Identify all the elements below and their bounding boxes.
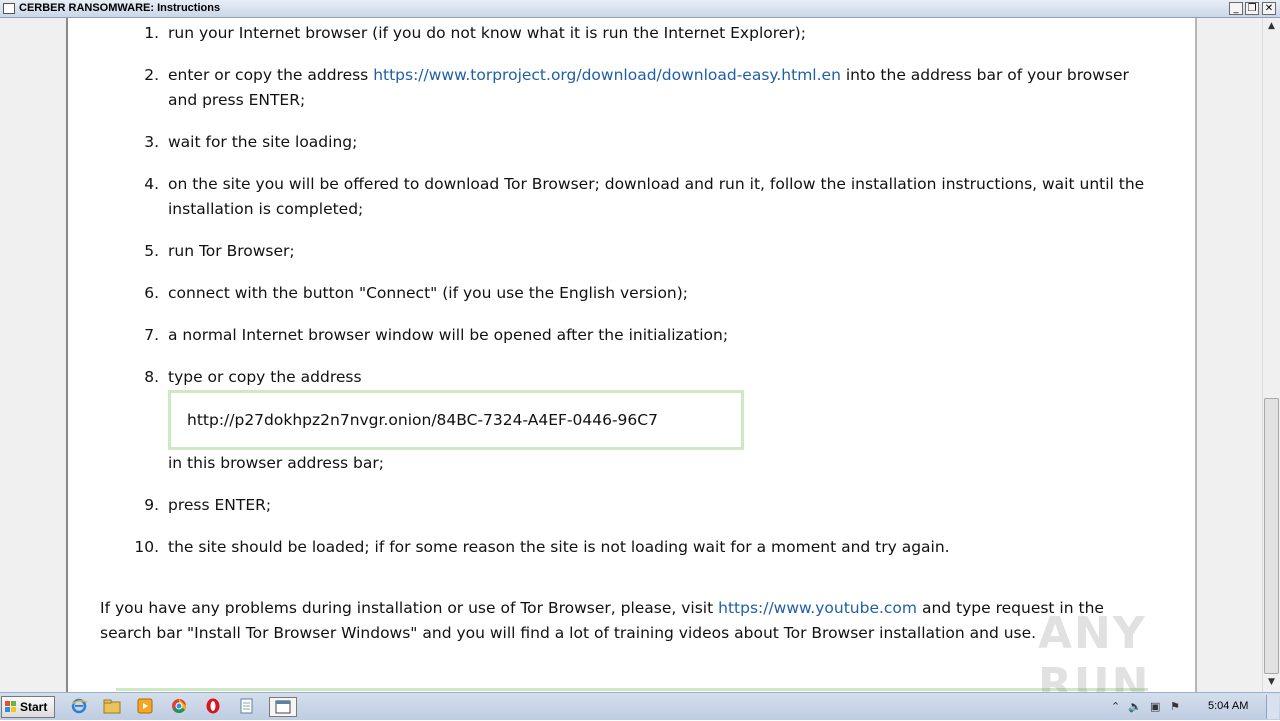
torproject-link[interactable]: https://www.torproject.org/download/down… [373, 66, 841, 84]
step-number: 1. [144, 24, 159, 42]
step-number: 7. [144, 326, 159, 344]
step-number: 3. [144, 133, 159, 151]
chrome-icon[interactable] [169, 697, 191, 717]
step-text: run your Internet browser (if you do not… [168, 24, 806, 42]
youtube-link[interactable]: https://www.youtube.com [718, 599, 917, 617]
network-icon[interactable]: ▣ [1150, 700, 1160, 713]
minimize-button[interactable]: _ [1229, 2, 1243, 15]
show-desktop-button[interactable] [1266, 695, 1279, 719]
start-button[interactable]: Start [1, 696, 55, 718]
media-player-icon[interactable] [135, 697, 157, 717]
action-center-flag-icon[interactable]: ⚑ [1170, 700, 1180, 713]
step-text: enter or copy the address https://www.to… [168, 63, 1153, 113]
taskbar-clock[interactable]: 5:04 AM [1208, 700, 1248, 712]
content-viewport: 1. run your Internet browser (if you do … [0, 18, 1262, 692]
step-text: wait for the site loading; [168, 133, 358, 151]
window-title: CERBER RANSOMWARE: Instructions [19, 2, 221, 14]
title-bar: CERBER RANSOMWARE: Instructions _ ❐ ✕ [0, 0, 1280, 18]
internet-explorer-icon[interactable] [69, 697, 91, 717]
step-text: a normal Internet browser window will be… [168, 326, 729, 344]
anyrun-watermark: ANY RUN [1038, 608, 1151, 692]
step-number: 4. [144, 175, 159, 193]
close-button[interactable]: ✕ [1262, 2, 1276, 15]
tray-expand-icon[interactable]: ⌃ [1111, 700, 1120, 713]
step-number: 6. [144, 284, 159, 302]
scrollbar-thumb[interactable] [1264, 398, 1279, 674]
step-text: run Tor Browser; [168, 242, 295, 260]
onion-address[interactable]: http://p27dokhpz2n7nvgr.onion/84BC-7324-… [187, 409, 658, 431]
step-text: type or copy the address [168, 368, 362, 386]
windows-logo-icon [5, 701, 17, 713]
opera-icon[interactable] [203, 697, 225, 717]
step-number: 10. [134, 538, 159, 556]
step-text: the site should be loaded; if for some r… [168, 538, 950, 556]
step-number: 2. [144, 66, 159, 84]
help-paragraph: If you have any problems during installa… [100, 596, 1150, 646]
step-number: 8. [144, 368, 159, 386]
system-tray: ⌃ 🔈 ▣ ⚑ [1104, 693, 1280, 721]
step-number: 5. [144, 242, 159, 260]
step-text: press ENTER; [168, 496, 272, 514]
step-text: on the site you will be offered to downl… [168, 175, 1145, 218]
footer-divider [116, 688, 1148, 691]
scroll-up-icon[interactable]: ▲ [1263, 18, 1280, 35]
notepad-icon[interactable] [236, 697, 258, 717]
step-text-pre: enter or copy the address [168, 66, 374, 84]
step-number: 9. [144, 496, 159, 514]
start-label: Start [20, 700, 48, 714]
step-text: in this browser address bar; [168, 454, 384, 472]
restore-button[interactable]: ❐ [1245, 2, 1259, 15]
vertical-scrollbar[interactable]: ▲ ▼ [1262, 18, 1280, 692]
onion-address-box[interactable]: http://p27dokhpz2n7nvgr.onion/84BC-7324-… [168, 390, 744, 450]
taskbar: Start ⌃ 🔈 ▣ ⚑ 5:04 AM [0, 692, 1280, 720]
step-text: connect with the button "Connect" (if yo… [168, 284, 689, 302]
volume-icon[interactable]: 🔈 [1128, 700, 1142, 713]
scroll-down-icon[interactable]: ▼ [1263, 674, 1280, 691]
cerber-window-icon[interactable] [269, 697, 297, 717]
app-icon [3, 3, 15, 14]
file-explorer-icon[interactable] [102, 697, 124, 717]
instructions-page: 1. run your Internet browser (if you do … [66, 18, 1197, 692]
help-text-pre: If you have any problems during installa… [100, 599, 719, 617]
